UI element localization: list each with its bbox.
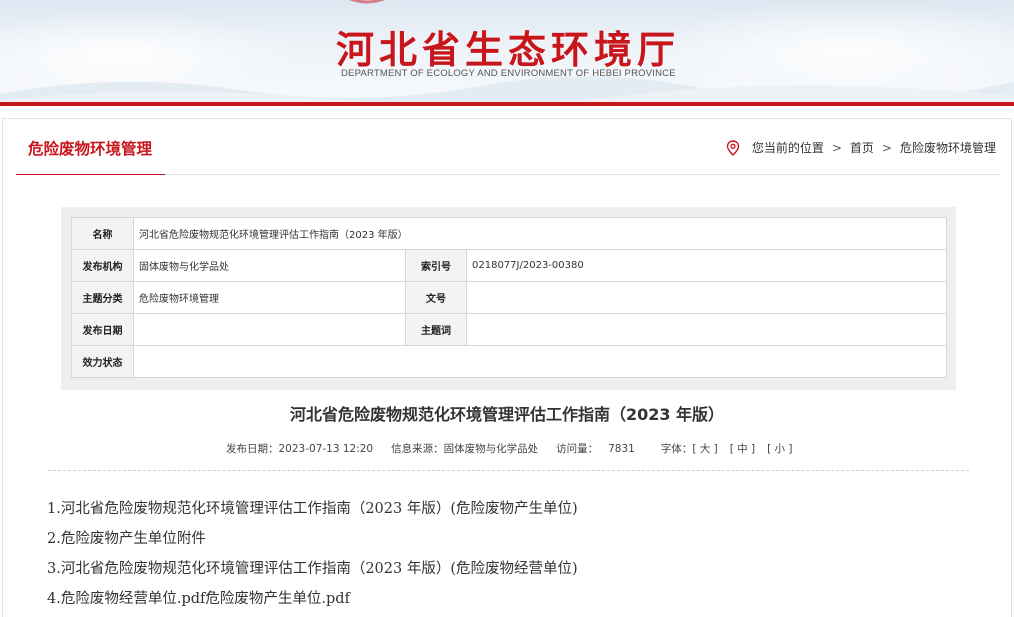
site-title: 河北省生态环境厅	[336, 27, 681, 72]
breadcrumb-current-link[interactable]: 危险废物环境管理	[900, 139, 996, 156]
document-info-table: 名称 河北省危险废物规范化环境管理评估工作指南（2023 年版） 发布机构 固体…	[71, 217, 948, 378]
info-label-keyword: 主题词	[405, 313, 467, 346]
attachment-item: 3.河北省危险废物规范化环境管理评估工作指南（2023 年版）(危险废物经营单位…	[47, 557, 578, 587]
attachment-item: 2.危险废物产生单位附件	[47, 527, 578, 557]
map-pin-icon	[726, 139, 740, 156]
info-row-publisher: 发布机构 固体废物与化学品处 索引号 0218077J/2023-00380	[71, 249, 948, 282]
info-value-docno	[465, 281, 948, 314]
info-label-index: 索引号	[405, 249, 467, 282]
section-title[interactable]: 危险废物环境管理	[28, 137, 152, 159]
attachment-link[interactable]: 3.河北省危险废物规范化环境管理评估工作指南（2023 年版）(危险废物经营单位…	[47, 561, 578, 577]
info-value-name: 河北省危险废物规范化环境管理评估工作指南（2023 年版）	[132, 217, 948, 250]
info-label-publisher: 发布机构	[71, 249, 134, 282]
info-label-status: 效力状态	[71, 345, 134, 378]
banner-divider	[0, 102, 1014, 106]
breadcrumb-home-link[interactable]: 首页	[850, 139, 874, 156]
info-value-status	[132, 345, 948, 378]
info-label-date: 发布日期	[71, 313, 134, 346]
attachment-link[interactable]: 4.危险废物经营单位.pdf危险废物产生单位.pdf	[47, 591, 350, 607]
article-title: 河北省危险废物规范化环境管理评估工作指南（2023 年版）	[289, 405, 725, 424]
info-value-topic: 危险废物环境管理	[133, 281, 406, 314]
views-label: 访问量：	[556, 443, 599, 455]
breadcrumb-separator: >	[881, 140, 892, 155]
attachment-list: 1.河北省危险废物规范化环境管理评估工作指南（2023 年版）(危险废物产生单位…	[47, 497, 578, 617]
info-value-index: 0218077J/2023-00380	[465, 249, 948, 282]
site-banner: 河北省生态环境厅 DEPARTMENT OF ECOLOGY AND ENVIR…	[0, 0, 1014, 104]
font-small-button[interactable]: [ 小 ]	[767, 441, 792, 456]
info-label-name: 名称	[71, 217, 134, 250]
info-label-docno: 文号	[405, 281, 467, 314]
site-subtitle: DEPARTMENT OF ECOLOGY AND ENVIRONMENT OF…	[341, 68, 676, 79]
breadcrumb: 您当前的位置 > 首页 > 危险废物环境管理	[726, 139, 996, 156]
info-value-publisher: 固体废物与化学品处	[133, 249, 406, 282]
publish-date: 发布日期：2023-07-13 12:20	[226, 443, 374, 455]
info-source: 信息来源：固体废物与化学品处	[391, 443, 539, 455]
info-row-status: 效力状态	[71, 345, 948, 378]
article-meta: 发布日期：2023-07-13 12:20 信息来源：固体废物与化学品处 访问量…	[226, 441, 792, 456]
attachment-item: 1.河北省危险废物规范化环境管理评估工作指南（2023 年版）(危险废物产生单位…	[47, 497, 578, 527]
font-medium-button[interactable]: [ 中 ]	[730, 441, 755, 456]
font-large-button[interactable]: [ 大 ]	[692, 441, 717, 456]
meta-divider	[48, 470, 969, 471]
attachment-link[interactable]: 2.危险废物产生单位附件	[47, 531, 206, 547]
breadcrumb-separator: >	[831, 140, 842, 155]
info-row-name: 名称 河北省危险废物规范化环境管理评估工作指南（2023 年版）	[71, 217, 948, 250]
info-row-topic: 主题分类 危险废物环境管理 文号	[71, 281, 948, 314]
info-label-topic: 主题分类	[71, 281, 134, 314]
info-row-date: 发布日期 主题词	[71, 313, 948, 346]
views-count: 7831	[608, 442, 635, 455]
emblem-icon	[349, 0, 385, 4]
breadcrumb-location-label: 您当前的位置	[751, 141, 824, 155]
attachment-item: 4.危险废物经营单位.pdf危险废物产生单位.pdf	[47, 587, 578, 617]
document-info-panel: 名称 河北省危险废物规范化环境管理评估工作指南（2023 年版） 发布机构 固体…	[61, 207, 956, 390]
attachment-link[interactable]: 1.河北省危险废物规范化环境管理评估工作指南（2023 年版）(危险废物产生单位…	[47, 501, 578, 517]
section-title-underline	[16, 174, 165, 175]
info-value-date	[133, 313, 406, 346]
font-size-label: 字体：	[660, 443, 693, 455]
info-value-keyword	[465, 313, 948, 346]
section-divider	[165, 174, 1000, 175]
